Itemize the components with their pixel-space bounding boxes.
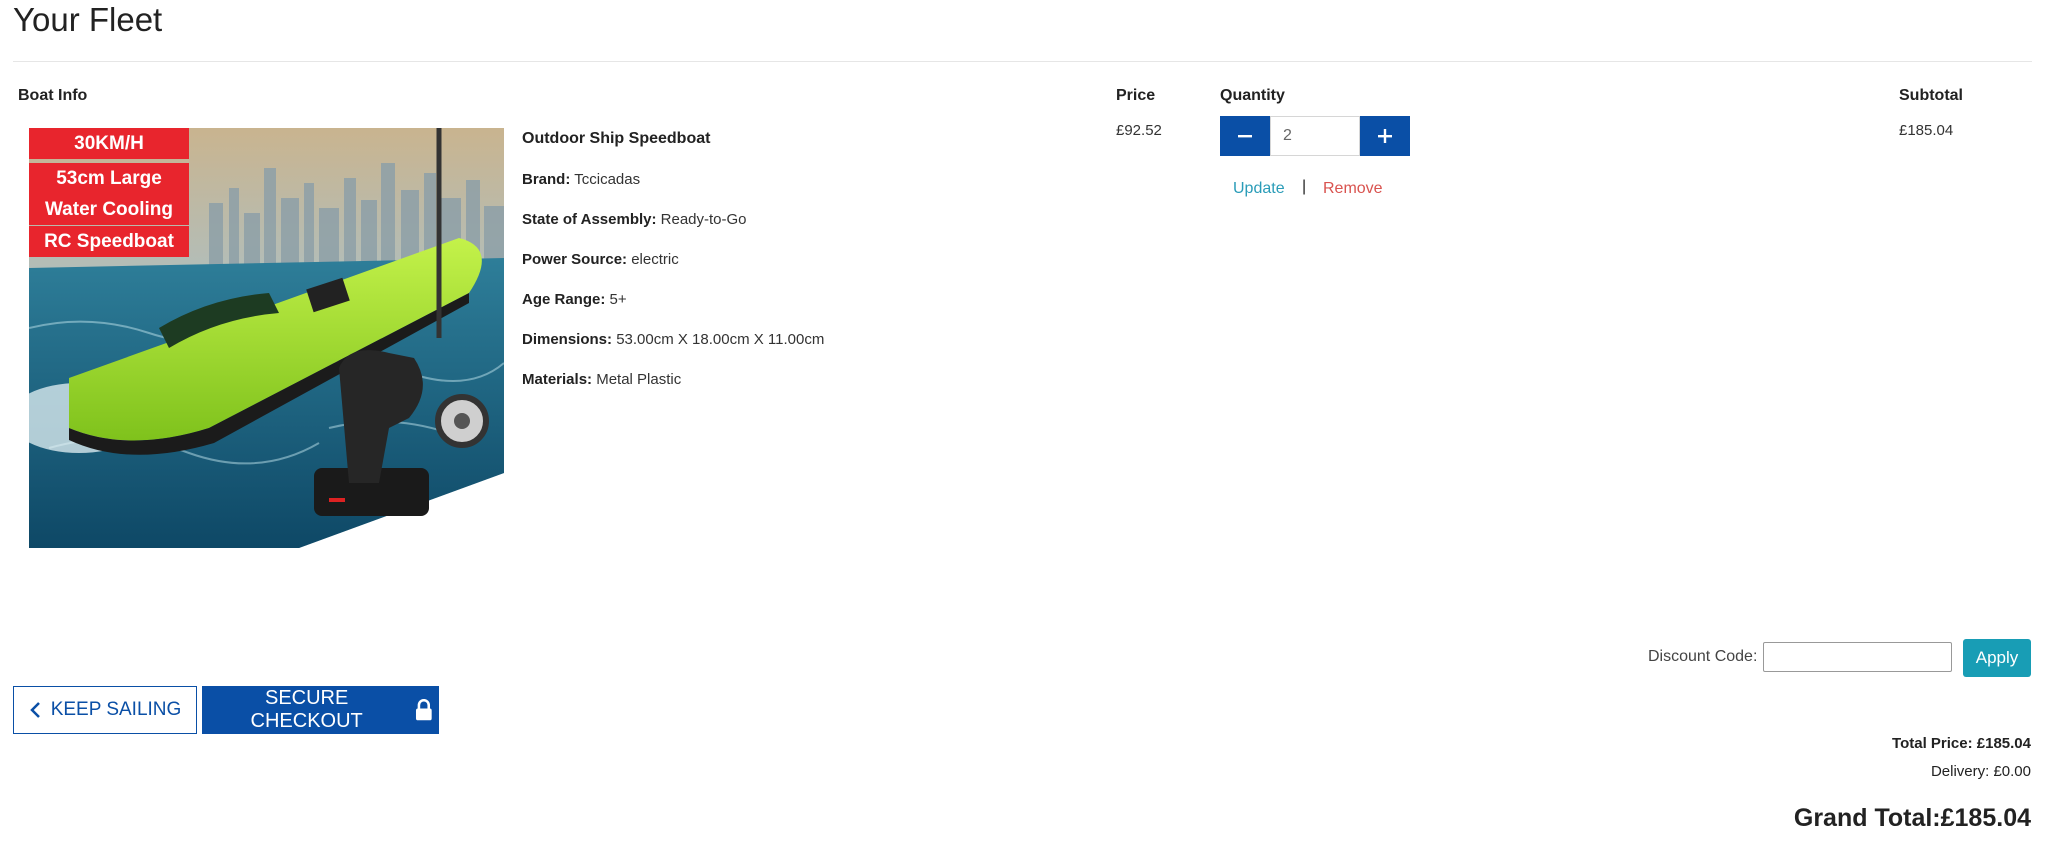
decrease-quantity-button[interactable] [1220,116,1270,156]
product-image[interactable]: 30KM/H 53cm Large Water Cooling RC Speed… [29,128,504,598]
secure-checkout-button[interactable]: SECURE CHECKOUT [202,686,439,734]
delivery-cost: Delivery: £0.00 [1930,763,2031,780]
column-header-quantity: Quantity [1220,87,1285,104]
attribute-value: Tccicadas [574,171,641,188]
minus-icon [1238,135,1252,138]
attribute-state-of-assembly: State of Assembly: Ready-to-Go [522,211,747,228]
quantity-stepper [1220,116,1410,156]
attribute-label: Age Range: [522,291,606,308]
attribute-value: Metal Plastic [596,371,682,388]
attribute-age-range: Age Range: 5+ [522,291,627,308]
column-header-subtotal: Subtotal [1899,87,1963,104]
keep-sailing-button[interactable]: KEEP SAILING [13,686,197,734]
plus-icon [1378,129,1392,143]
secure-checkout-label: SECURE CHECKOUT [250,687,363,732]
attribute-label: State of Assembly: [522,211,657,228]
unit-price: £92.52 [1116,122,1162,139]
attribute-label: Power Source: [522,251,628,268]
grand-total: Grand Total:£185.04 [1793,804,2031,832]
feature-badge: RC Speedboat [29,226,189,257]
column-header-boat-info: Boat Info [18,87,88,104]
total-price: Total Price: £185.04 [1892,735,2031,752]
feature-badge: 53cm Large [29,163,189,194]
feature-badge: Water Cooling [29,194,189,225]
product-name[interactable]: Outdoor Ship Speedboat [522,130,710,148]
page-title: Your Fleet [13,1,163,38]
attribute-value: 53.00cm X 18.00cm X 11.00cm [616,331,825,348]
divider [13,61,2032,62]
link-separator: | [1302,178,1307,195]
attribute-power-source: Power Source: electric [522,251,679,268]
line-subtotal: £185.04 [1899,122,1954,139]
attribute-value: 5+ [609,291,627,308]
lock-icon [416,699,433,721]
attribute-value: electric [631,251,679,268]
attribute-label: Dimensions: [522,331,613,348]
quantity-input[interactable] [1270,116,1360,156]
attribute-label: Brand: [522,171,571,188]
attribute-brand: Brand: Tccicadas [522,171,640,188]
attribute-materials: Materials: Metal Plastic [522,371,681,388]
chevron-left-icon [29,702,40,718]
update-link[interactable]: Update [1233,180,1285,198]
remove-link[interactable]: Remove [1323,180,1383,198]
increase-quantity-button[interactable] [1360,116,1410,156]
attribute-dimensions: Dimensions: 53.00cm X 18.00cm X 11.00cm [522,331,824,348]
feature-badge: 30KM/H [29,128,189,159]
discount-code-input[interactable] [1763,642,1952,672]
column-header-price: Price [1116,87,1156,104]
attribute-value: Ready-to-Go [660,211,747,228]
keep-sailing-label: KEEP SAILING [50,699,182,720]
discount-code-label: Discount Code: [1648,648,1758,665]
attribute-label: Materials: [522,371,593,388]
apply-discount-button[interactable]: Apply [1963,639,2031,677]
